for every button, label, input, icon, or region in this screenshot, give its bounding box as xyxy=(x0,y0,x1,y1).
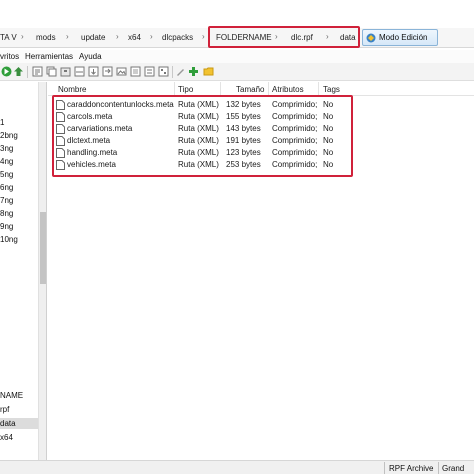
tree-item[interactable]: 5ng xyxy=(0,169,13,180)
breadcrumb-item-gta-v[interactable]: TA V xyxy=(0,32,17,44)
archive-icon[interactable] xyxy=(60,66,71,77)
tree-item-selected[interactable]: data xyxy=(0,418,38,429)
menu-item-herramientas[interactable]: Herramientas xyxy=(25,52,73,61)
status-archive-type: RPF Archive xyxy=(389,464,434,473)
tree-item[interactable]: 10ng xyxy=(0,234,18,245)
column-header: Nombre Tipo Tamaño Atributos Tags xyxy=(48,82,474,96)
pack-icon[interactable] xyxy=(74,66,85,77)
defrag-icon[interactable] xyxy=(158,66,169,77)
tree-item[interactable]: rpf xyxy=(0,404,9,415)
tree-item[interactable]: 3ng xyxy=(0,143,13,154)
copy-icon[interactable] xyxy=(46,66,57,77)
tree-item[interactable]: 6ng xyxy=(0,182,13,193)
breadcrumb-item-dlcpacks[interactable]: dlcpacks xyxy=(162,32,193,44)
add-icon[interactable] xyxy=(188,66,199,77)
column-divider[interactable] xyxy=(220,82,221,96)
column-header-size[interactable]: Tamaño xyxy=(236,85,264,94)
up-folder-icon[interactable] xyxy=(13,66,24,77)
column-header-name[interactable]: Nombre xyxy=(58,85,86,94)
tree-item[interactable]: 1 xyxy=(0,117,4,128)
preview-icon[interactable] xyxy=(130,66,141,77)
breadcrumb-highlight-box xyxy=(208,26,360,48)
extract-icon[interactable] xyxy=(32,66,43,77)
tree-item[interactable]: 9ng xyxy=(0,221,13,232)
tree-scrollbar-thumb[interactable] xyxy=(40,212,46,284)
tree-item[interactable]: 7ng xyxy=(0,195,13,206)
rename-icon[interactable] xyxy=(175,66,186,77)
unpack-icon[interactable] xyxy=(88,66,99,77)
breadcrumb-separator: › xyxy=(202,32,205,41)
forward-icon[interactable] xyxy=(1,66,12,77)
breadcrumb-separator: › xyxy=(21,32,24,41)
image-icon[interactable] xyxy=(116,66,127,77)
status-divider xyxy=(384,462,385,474)
breadcrumb-item-update[interactable]: update xyxy=(81,32,105,44)
menu-bar: vritos Herramientas Ayuda xyxy=(0,50,474,63)
toolbar-separator xyxy=(27,66,28,78)
menu-item-ayuda[interactable]: Ayuda xyxy=(79,52,102,61)
column-divider[interactable] xyxy=(318,82,319,96)
status-bar: RPF Archive Grand Th xyxy=(0,460,474,474)
status-game: Grand Th xyxy=(442,464,465,474)
tree-scrollbar[interactable] xyxy=(38,82,47,460)
tree-item[interactable]: 8ng xyxy=(0,208,13,219)
folder-tree: 1 2bng 3ng 4ng 5ng 6ng 7ng 8ng 9ng 10ng … xyxy=(0,82,38,460)
column-header-attributes[interactable]: Atributos xyxy=(272,85,304,94)
edit-mode-icon xyxy=(366,33,376,42)
menu-item-favoritos[interactable]: vritos xyxy=(0,52,19,61)
replace-icon[interactable] xyxy=(144,66,155,77)
breadcrumb-separator: › xyxy=(116,32,119,41)
tree-item[interactable]: x64 xyxy=(0,432,13,443)
new-folder-icon[interactable] xyxy=(203,66,214,77)
file-list-highlight-box xyxy=(52,95,353,177)
mode-edit-button[interactable]: Modo Edición xyxy=(362,29,438,46)
toolbar-separator xyxy=(172,66,173,78)
column-divider[interactable] xyxy=(174,82,175,96)
export-icon[interactable] xyxy=(102,66,113,77)
toolbar xyxy=(0,63,474,81)
breadcrumb-separator: › xyxy=(150,32,153,41)
breadcrumb-item-mods[interactable]: mods xyxy=(36,32,56,44)
column-divider[interactable] xyxy=(268,82,269,96)
mode-edit-label: Modo Edición xyxy=(379,33,428,42)
column-header-type[interactable]: Tipo xyxy=(178,85,193,94)
column-header-tags[interactable]: Tags xyxy=(323,85,340,94)
status-divider xyxy=(438,462,439,474)
tree-item[interactable]: 4ng xyxy=(0,156,13,167)
tree-item[interactable]: 2bng xyxy=(0,130,18,141)
breadcrumb-item-x64[interactable]: x64 xyxy=(128,32,141,44)
breadcrumb-separator: › xyxy=(66,32,69,41)
tree-item[interactable]: NAME xyxy=(0,390,23,401)
